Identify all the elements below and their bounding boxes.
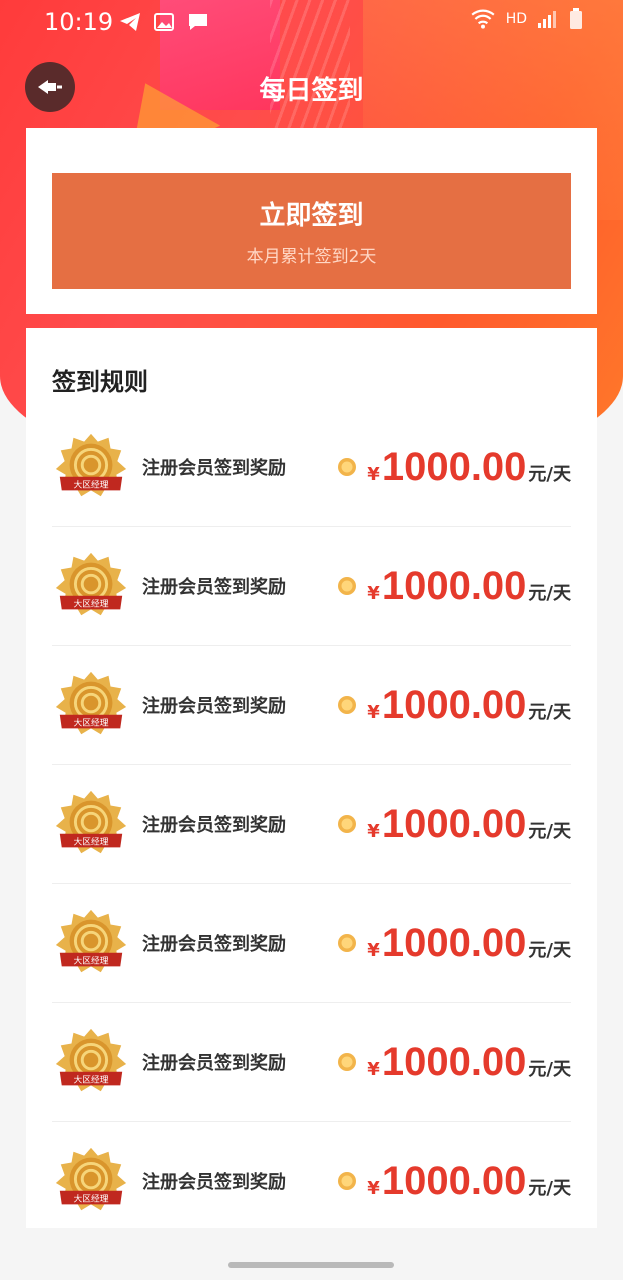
medal-badge-icon: 大区经理	[55, 433, 127, 497]
reward: ¥ 1000.00 元/天	[337, 564, 571, 609]
rules-title: 签到规则	[52, 368, 148, 396]
coin-icon	[338, 815, 357, 833]
coin-icon	[338, 458, 357, 476]
reward: ¥ 1000.00 元/天	[337, 1040, 571, 1085]
reward: ¥ 1000.00 元/天	[337, 802, 571, 847]
rules-card: 签到规则 大区经理 注册会员签到奖励 ¥ 1000.00 元/天 大区经理 注册…	[26, 328, 597, 1228]
reward: ¥ 1000.00 元/天	[337, 445, 571, 490]
currency-symbol: ¥	[367, 939, 380, 961]
reward-amount: 1000.00	[381, 801, 527, 846]
badge-label: 大区经理	[73, 1073, 108, 1085]
coin-icon	[338, 934, 357, 952]
rule-name: 注册会员签到奖励	[142, 934, 286, 955]
badge-label: 大区经理	[73, 597, 108, 609]
reward-amount: 1000.00	[381, 1039, 527, 1084]
badge-label: 大区经理	[73, 954, 108, 966]
badge-label: 大区经理	[73, 835, 108, 847]
rule-name: 注册会员签到奖励	[142, 458, 286, 479]
currency-symbol: ¥	[367, 582, 380, 604]
rule-name: 注册会员签到奖励	[142, 1172, 286, 1193]
badge-label: 大区经理	[73, 1192, 108, 1204]
status-time: 10:19	[44, 8, 114, 36]
reward: ¥ 1000.00 元/天	[337, 683, 571, 728]
coin-icon	[338, 696, 357, 714]
signal-icon	[538, 11, 556, 28]
battery-icon	[570, 8, 582, 29]
list-item: 大区经理 注册会员签到奖励 ¥ 1000.00 元/天	[52, 1122, 571, 1240]
reward-amount: 1000.00	[381, 682, 527, 727]
status-bar: 10:19 HD	[0, 0, 623, 44]
home-indicator[interactable]	[228, 1262, 394, 1268]
rule-name: 注册会员签到奖励	[142, 1053, 286, 1074]
currency-symbol: ¥	[367, 1058, 380, 1080]
coin-icon	[338, 1172, 357, 1190]
reward-unit: 元/天	[528, 1177, 571, 1199]
reward-amount: 1000.00	[381, 920, 527, 965]
hd-label: HD	[505, 11, 527, 27]
list-item: 大区经理 注册会员签到奖励 ¥ 1000.00 元/天	[52, 1003, 571, 1122]
rule-name: 注册会员签到奖励	[142, 696, 286, 717]
signin-count-text: 本月累计签到2天	[246, 247, 377, 267]
badge-label: 大区经理	[73, 478, 108, 490]
currency-symbol: ¥	[367, 701, 380, 723]
badge-label: 大区经理	[73, 716, 108, 728]
reward-amount: 1000.00	[381, 563, 527, 608]
reward-amount: 1000.00	[381, 444, 527, 489]
reward: ¥ 1000.00 元/天	[337, 921, 571, 966]
list-item: 大区经理 注册会员签到奖励 ¥ 1000.00 元/天	[52, 646, 571, 765]
message-icon	[189, 14, 207, 30]
list-item: 大区经理 注册会员签到奖励 ¥ 1000.00 元/天	[52, 765, 571, 884]
reward-unit: 元/天	[528, 939, 571, 961]
rule-name: 注册会员签到奖励	[142, 577, 286, 598]
currency-symbol: ¥	[367, 1177, 380, 1199]
reward: ¥ 1000.00 元/天	[337, 1159, 571, 1204]
reward-amount: 1000.00	[381, 1158, 527, 1203]
telegram-icon	[120, 13, 140, 31]
reward-unit: 元/天	[528, 582, 571, 604]
medal-badge-icon: 大区经理	[55, 790, 127, 854]
page-title: 每日签到	[259, 76, 364, 106]
reward-unit: 元/天	[528, 463, 571, 485]
currency-symbol: ¥	[367, 463, 380, 485]
signin-card: 立即签到 本月累计签到2天	[26, 128, 597, 314]
reward-unit: 元/天	[528, 701, 571, 723]
medal-badge-icon: 大区经理	[55, 1147, 127, 1211]
list-item: 大区经理 注册会员签到奖励 ¥ 1000.00 元/天	[52, 527, 571, 646]
status-right: HD	[470, 8, 583, 30]
rule-name: 注册会员签到奖励	[142, 815, 286, 836]
signin-button[interactable]: 立即签到 本月累计签到2天	[52, 173, 571, 289]
medal-badge-icon: 大区经理	[55, 552, 127, 616]
medal-badge-icon: 大区经理	[55, 909, 127, 973]
rules-list: 大区经理 注册会员签到奖励 ¥ 1000.00 元/天 大区经理 注册会员签到奖…	[52, 408, 571, 1240]
page-header: 每日签到	[0, 60, 623, 116]
image-icon	[154, 13, 174, 31]
list-item: 大区经理 注册会员签到奖励 ¥ 1000.00 元/天	[52, 884, 571, 1003]
coin-icon	[338, 1053, 357, 1071]
currency-symbol: ¥	[367, 820, 380, 842]
medal-badge-icon: 大区经理	[55, 1028, 127, 1092]
signin-button-label: 立即签到	[259, 201, 364, 231]
coin-icon	[338, 577, 357, 595]
wifi-icon	[471, 9, 495, 29]
list-item: 大区经理 注册会员签到奖励 ¥ 1000.00 元/天	[52, 408, 571, 527]
medal-badge-icon: 大区经理	[55, 671, 127, 735]
reward-unit: 元/天	[528, 1058, 571, 1080]
reward-unit: 元/天	[528, 820, 571, 842]
